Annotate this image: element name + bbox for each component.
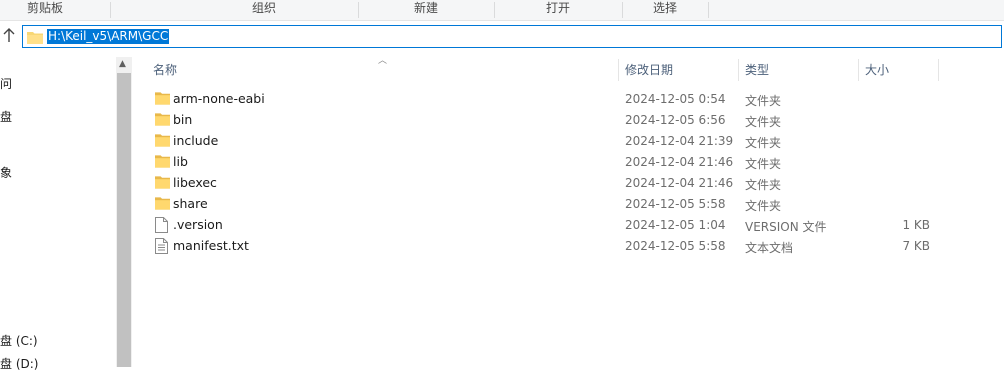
- column-divider[interactable]: [938, 59, 939, 81]
- file-type: 文件夹: [745, 199, 782, 213]
- nav-item-drive-d[interactable]: 盘 (D:): [0, 355, 38, 372]
- file-modified: 2024-12-05 0:54: [625, 92, 726, 106]
- folder-icon: [155, 133, 170, 150]
- folder-icon: [27, 30, 43, 47]
- file-type: 文件夹: [745, 115, 782, 129]
- file-row[interactable]: libexec 2024-12-04 21:46 文件夹: [132, 173, 1004, 194]
- file-name[interactable]: lib: [173, 154, 188, 169]
- file-size: 1 KB: [902, 218, 930, 232]
- file-name[interactable]: libexec: [173, 175, 217, 190]
- file-modified: 2024-12-04 21:39: [625, 134, 734, 148]
- folder-icon: [155, 112, 170, 129]
- file-size: 7 KB: [902, 239, 930, 253]
- file-name[interactable]: bin: [173, 112, 192, 127]
- file-row[interactable]: .version 2024-12-05 1:04 VERSION 文件 1 KB: [132, 215, 1004, 236]
- file-modified: 2024-12-04 21:46: [625, 176, 734, 190]
- navigation-pane: 问 盘 象 盘 (C:) 盘 (D:): [0, 57, 116, 371]
- folder-icon: [155, 154, 170, 171]
- sort-ascending-icon: ︿: [378, 56, 388, 66]
- file-type: 文件夹: [745, 157, 782, 171]
- file-type: 文件夹: [745, 94, 782, 108]
- file-icon: [155, 217, 168, 236]
- ribbon-group-clipboard: 剪贴板: [26, 1, 63, 15]
- column-header-size[interactable]: 大小: [865, 57, 889, 83]
- file-modified: 2024-12-05 5:58: [625, 197, 726, 211]
- column-divider[interactable]: [738, 59, 739, 81]
- file-name[interactable]: arm-none-eabi: [173, 91, 265, 106]
- column-header-name[interactable]: 名称: [153, 57, 177, 83]
- file-name[interactable]: .version: [173, 217, 223, 232]
- file-row[interactable]: lib 2024-12-04 21:46 文件夹: [132, 152, 1004, 173]
- ribbon-divider: [708, 2, 709, 18]
- column-divider[interactable]: [858, 59, 859, 81]
- scrollbar-thumb[interactable]: [117, 73, 131, 367]
- file-row[interactable]: bin 2024-12-05 6:56 文件夹: [132, 110, 1004, 131]
- file-row[interactable]: include 2024-12-04 21:39 文件夹: [132, 131, 1004, 152]
- file-modified: 2024-12-05 5:58: [625, 239, 726, 253]
- folder-icon: [155, 91, 170, 108]
- address-input[interactable]: H:\Keil_v5\ARM\GCC: [22, 25, 1002, 48]
- nav-item[interactable]: 象: [0, 164, 12, 181]
- column-headers: ︿ 名称 修改日期 类型 大小: [132, 56, 1004, 83]
- file-type: 文本文档: [745, 241, 794, 255]
- folder-icon: [155, 196, 170, 213]
- text-file-icon: [155, 238, 168, 257]
- file-modified: 2024-12-05 1:04: [625, 218, 726, 232]
- file-type: 文件夹: [745, 136, 782, 150]
- address-bar-row: H:\Keil_v5\ARM\GCC: [0, 22, 1004, 52]
- file-row[interactable]: arm-none-eabi 2024-12-05 0:54 文件夹: [132, 89, 1004, 110]
- file-name[interactable]: share: [173, 196, 208, 211]
- column-header-modified[interactable]: 修改日期: [625, 57, 673, 83]
- address-path-text[interactable]: H:\Keil_v5\ARM\GCC: [47, 29, 170, 44]
- file-type: 文件夹: [745, 178, 782, 192]
- column-header-type[interactable]: 类型: [745, 57, 769, 83]
- ribbon-group-open: 打开: [545, 1, 570, 15]
- ribbon-group-select: 选择: [652, 1, 677, 15]
- ribbon-group-labels: 剪贴板 组织 新建 打开 选择: [0, 0, 1004, 21]
- file-name[interactable]: include: [173, 133, 218, 148]
- file-type: VERSION 文件: [745, 220, 827, 234]
- nav-item[interactable]: 盘: [0, 108, 12, 125]
- file-row[interactable]: share 2024-12-05 5:58 文件夹: [132, 194, 1004, 215]
- file-modified: 2024-12-05 6:56: [625, 113, 726, 127]
- scroll-up-arrow-icon[interactable]: ▲: [119, 59, 126, 69]
- column-divider[interactable]: [618, 59, 619, 81]
- folder-icon: [155, 175, 170, 192]
- up-arrow-icon-svg: [3, 28, 15, 42]
- file-row[interactable]: manifest.txt 2024-12-05 5:58 文本文档 7 KB: [132, 236, 1004, 257]
- file-modified: 2024-12-04 21:46: [625, 155, 734, 169]
- nav-scrollbar[interactable]: ▲: [116, 57, 132, 367]
- up-arrow-icon[interactable]: [0, 27, 18, 47]
- file-name[interactable]: manifest.txt: [173, 238, 249, 253]
- nav-item[interactable]: 问: [0, 75, 12, 92]
- ribbon-group-new: 新建: [413, 1, 438, 15]
- nav-item-drive-c[interactable]: 盘 (C:): [0, 332, 38, 349]
